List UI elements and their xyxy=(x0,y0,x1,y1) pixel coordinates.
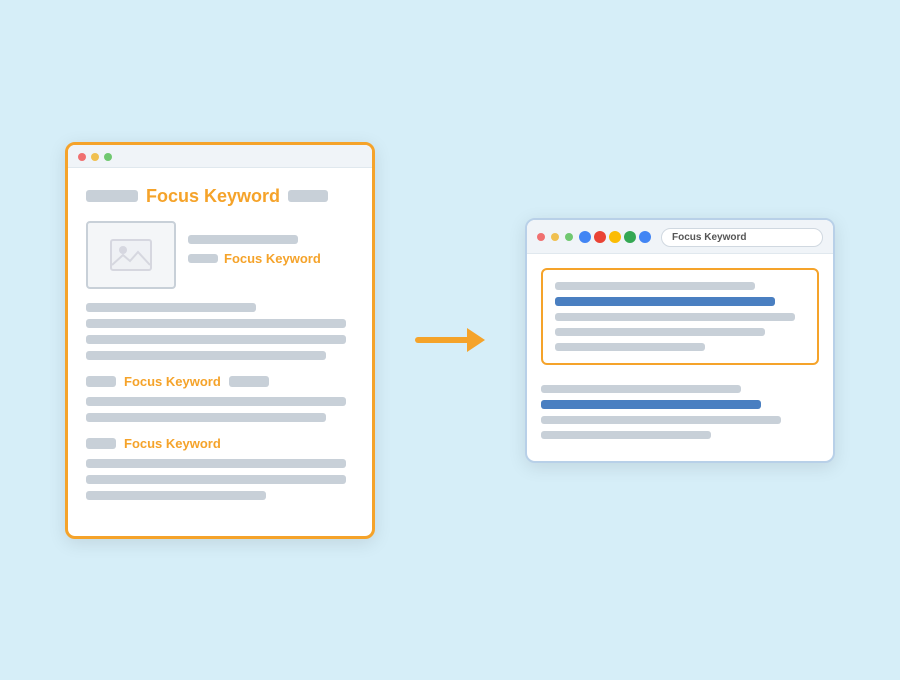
content-line-3 xyxy=(86,335,346,344)
dot-yellow xyxy=(91,153,99,161)
gdot-blue xyxy=(579,231,591,243)
image-caption-row: Focus Keyword xyxy=(86,221,354,289)
dot-red xyxy=(78,153,86,161)
arrow-container xyxy=(415,328,485,352)
serp-h-line-4 xyxy=(555,343,705,351)
serp-2-line-2 xyxy=(541,416,781,424)
dot-green xyxy=(104,153,112,161)
dot-yellow-r xyxy=(551,233,559,241)
serp-body xyxy=(527,254,833,461)
caption-focus-keyword: Focus Keyword xyxy=(224,251,321,266)
caption-line-1 xyxy=(188,235,298,244)
title-gray-bar-right xyxy=(288,190,328,202)
scene: Focus Keyword Focus Keyword xyxy=(40,142,860,539)
browser-titlebar-left xyxy=(68,145,372,168)
gdot-red xyxy=(594,231,606,243)
content2-line-1 xyxy=(86,397,346,406)
serp-2-blue-line xyxy=(541,400,761,409)
arrow xyxy=(415,328,485,352)
content-line-1 xyxy=(86,303,256,312)
browser-titlebar-right: Focus Keyword xyxy=(527,220,833,254)
serp-h-line-3 xyxy=(555,328,765,336)
heading2-gray-right xyxy=(229,376,269,387)
serp-h-line-1 xyxy=(555,282,755,290)
serp-window: Focus Keyword xyxy=(525,218,835,463)
content-block-1 xyxy=(86,303,354,360)
title-row: Focus Keyword xyxy=(86,186,354,207)
gdot-blue2 xyxy=(639,231,651,243)
blog-window: Focus Keyword Focus Keyword xyxy=(65,142,375,539)
search-bar[interactable]: Focus Keyword xyxy=(661,228,823,247)
arrow-head xyxy=(467,328,485,352)
dot-green-r xyxy=(565,233,573,241)
serp-h-blue-line xyxy=(555,297,775,306)
content3-line-1 xyxy=(86,459,346,468)
google-logo xyxy=(579,231,651,243)
content-line-4 xyxy=(86,351,326,360)
content-block-3 xyxy=(86,459,354,500)
heading3-row: Focus Keyword xyxy=(86,436,354,451)
title-focus-keyword: Focus Keyword xyxy=(146,186,280,207)
heading3-gray-left xyxy=(86,438,116,449)
gdot-green xyxy=(624,231,636,243)
heading2-row: Focus Keyword xyxy=(86,374,354,389)
content-block-2 xyxy=(86,397,354,422)
arrow-shaft xyxy=(415,337,467,343)
dot-red-r xyxy=(537,233,545,241)
caption-gray-short xyxy=(188,254,218,263)
blog-body: Focus Keyword Focus Keyword xyxy=(68,168,372,536)
caption-keyword-row: Focus Keyword xyxy=(188,251,321,266)
search-bar-text: Focus Keyword xyxy=(672,232,746,243)
content3-line-3 xyxy=(86,491,266,500)
serp-2-line-1 xyxy=(541,385,741,393)
heading2-focus-keyword: Focus Keyword xyxy=(124,374,221,389)
content-line-2 xyxy=(86,319,346,328)
gdot-yellow xyxy=(609,231,621,243)
mock-image xyxy=(86,221,176,289)
heading3-focus-keyword: Focus Keyword xyxy=(124,436,221,451)
image-placeholder-icon xyxy=(110,239,152,271)
serp-result-highlighted[interactable] xyxy=(541,268,819,365)
serp-2-line-3 xyxy=(541,431,711,439)
serp-h-line-2 xyxy=(555,313,795,321)
heading2-gray-left xyxy=(86,376,116,387)
caption-lines: Focus Keyword xyxy=(188,221,321,266)
content3-line-2 xyxy=(86,475,346,484)
title-gray-bar-left xyxy=(86,190,138,202)
serp-result-2 xyxy=(541,381,819,443)
content2-line-2 xyxy=(86,413,326,422)
